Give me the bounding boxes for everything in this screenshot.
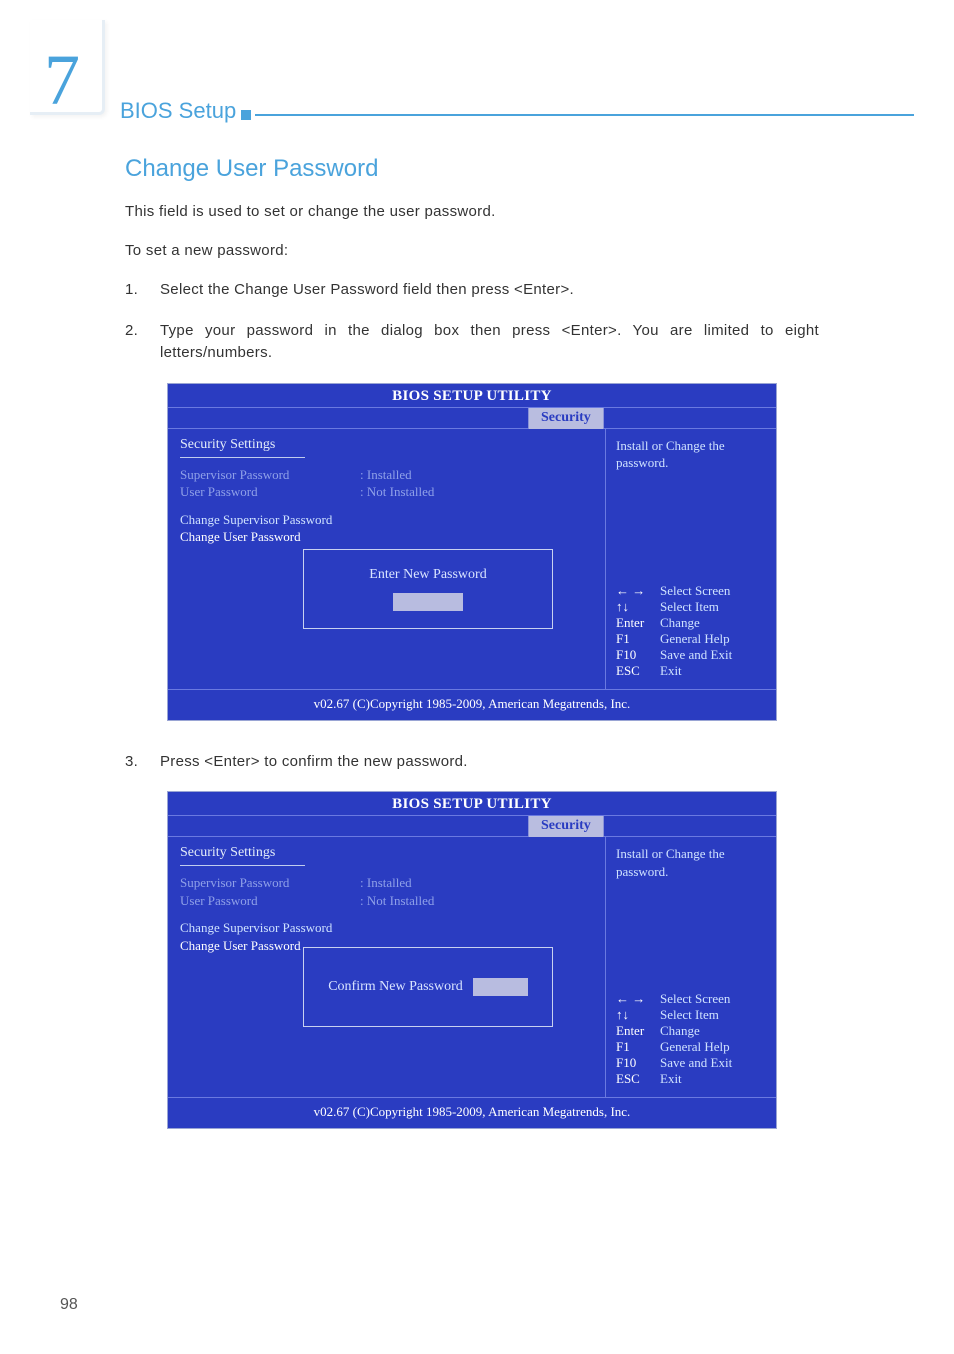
nav-key-lr-2: ← → [616, 991, 660, 1007]
nav-desc-change-2: Change [660, 1023, 700, 1039]
nav-desc-change: Change [660, 615, 700, 631]
step-2-text: Type your password in the dialog box the… [160, 322, 819, 362]
bios-tab-security[interactable]: Security [528, 408, 604, 430]
enter-password-label: Enter New Password [369, 567, 486, 583]
nav-desc-general-help-2: General Help [660, 1039, 730, 1055]
step-2: 2. Type your password in the dialog box … [125, 320, 819, 365]
nav-desc-exit-2: Exit [660, 1071, 682, 1087]
nav-key-f10-2: F10 [616, 1055, 660, 1071]
menu-change-supervisor[interactable]: Change Supervisor Password [180, 511, 593, 529]
nav-desc-general-help: General Help [660, 631, 730, 647]
user-password-value: : Not Installed [360, 483, 434, 501]
confirm-password-label: Confirm New Password [328, 979, 463, 995]
nav-desc-save-exit: Save and Exit [660, 647, 732, 663]
nav-desc-select-item-2: Select Item [660, 1007, 719, 1023]
nav-key-f1-2: F1 [616, 1039, 660, 1055]
bios-nav-help: ← →Select Screen ↑↓Select Item EnterChan… [616, 583, 766, 679]
bios-section-heading-2: Security Settings [180, 845, 593, 861]
step-3-text: Press <Enter> to confirm the new passwor… [160, 753, 468, 770]
bios-tab-security-2[interactable]: Security [528, 816, 604, 838]
bios-left-pane: Security Settings Supervisor Password Us… [168, 429, 606, 689]
supervisor-password-label-2: Supervisor Password [180, 874, 360, 892]
nav-key-esc: ESC [616, 663, 660, 679]
user-password-value-2: : Not Installed [360, 892, 434, 910]
subintro-text: To set a new password: [125, 240, 819, 261]
user-password-label: User Password [180, 483, 360, 501]
bios-tab-row: Security [168, 407, 776, 429]
nav-key-lr: ← → [616, 583, 660, 599]
bios-section-heading: Security Settings [180, 437, 593, 453]
bios-nav-help-2: ← →Select Screen ↑↓Select Item EnterChan… [616, 991, 766, 1087]
nav-desc-select-screen-2: Select Screen [660, 991, 730, 1007]
page-number: 98 [60, 1296, 78, 1314]
bios-title-2: BIOS SETUP UTILITY [168, 792, 776, 815]
bios-help-text: Install or Change the password. [616, 437, 766, 472]
nav-desc-select-item: Select Item [660, 599, 719, 615]
bios-footer-2: v02.67 (C)Copyright 1985-2009, American … [168, 1097, 776, 1128]
menu-change-supervisor-2[interactable]: Change Supervisor Password [180, 919, 593, 937]
step-1: 1. Select the Change User Password field… [125, 279, 819, 302]
step-1-num: 1. [125, 279, 138, 302]
bios-title: BIOS SETUP UTILITY [168, 384, 776, 407]
bios-right-pane-2: Install or Change the password. ← →Selec… [606, 837, 776, 1097]
supervisor-password-value-2: : Installed [360, 874, 434, 892]
nav-key-ud-2: ↑↓ [616, 1007, 660, 1023]
bios-left-pane-2: Security Settings Supervisor Password Us… [168, 837, 606, 1097]
bios-tab-row-2: Security [168, 815, 776, 837]
nav-key-esc-2: ESC [616, 1071, 660, 1087]
menu-change-user[interactable]: Change User Password [180, 528, 593, 546]
nav-key-f1: F1 [616, 631, 660, 647]
user-password-label-2: User Password [180, 892, 360, 910]
step-2-num: 2. [125, 320, 138, 343]
chapter-title: BIOS Setup [120, 98, 236, 124]
chapter-rule [255, 114, 914, 116]
bios-help-text-2: Install or Change the password. [616, 845, 766, 880]
nav-key-ud: ↑↓ [616, 599, 660, 615]
chapter-header: 7 BIOS Setup [0, 20, 954, 130]
nav-desc-save-exit-2: Save and Exit [660, 1055, 732, 1071]
bios-screenshot-confirm-password: BIOS SETUP UTILITY Security Security Set… [167, 791, 777, 1129]
bios-screenshot-enter-password: BIOS SETUP UTILITY Security Security Set… [167, 383, 777, 721]
bios-section-underline-2 [180, 865, 305, 866]
bios-footer: v02.67 (C)Copyright 1985-2009, American … [168, 689, 776, 720]
nav-key-enter: Enter [616, 615, 660, 631]
supervisor-password-value: : Installed [360, 466, 434, 484]
step-3: 3. Press <Enter> to confirm the new pass… [125, 751, 819, 774]
step-3-num: 3. [125, 751, 138, 774]
nav-key-f10: F10 [616, 647, 660, 663]
bios-section-underline [180, 457, 305, 458]
intro-text: This field is used to set or change the … [125, 201, 819, 222]
nav-desc-select-screen: Select Screen [660, 583, 730, 599]
enter-password-input[interactable] [393, 593, 463, 611]
step-1-text: Select the Change User Password field th… [160, 281, 574, 298]
nav-key-enter-2: Enter [616, 1023, 660, 1039]
section-title: Change User Password [125, 155, 819, 183]
nav-desc-exit: Exit [660, 663, 682, 679]
chapter-number: 7 [44, 44, 80, 116]
confirm-password-dialog: Confirm New Password [303, 947, 553, 1027]
enter-password-dialog: Enter New Password [303, 549, 553, 629]
confirm-password-input[interactable] [473, 978, 528, 996]
bios-right-pane: Install or Change the password. ← →Selec… [606, 429, 776, 689]
supervisor-password-label: Supervisor Password [180, 466, 360, 484]
